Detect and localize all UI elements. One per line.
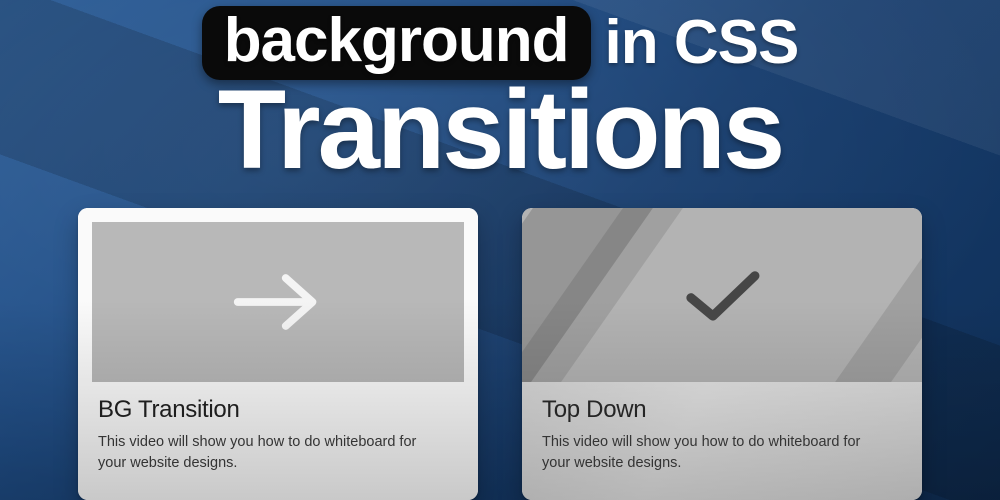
card-body: BG Transition This video will show you h…: [78, 382, 478, 500]
page-background: background in CSS Transitions BG Transit…: [0, 0, 1000, 500]
cards-row: BG Transition This video will show you h…: [0, 208, 1000, 500]
card-body: Top Down This video will show you how to…: [522, 382, 922, 500]
arrow-right-icon: [230, 266, 326, 338]
checkmark-icon: [674, 263, 770, 327]
card-hero: [78, 208, 478, 382]
card-title: BG Transition: [98, 396, 458, 424]
title-line-2: Transitions: [0, 74, 1000, 186]
page-title-block: background in CSS Transitions: [0, 6, 1000, 186]
card-bg-transition[interactable]: BG Transition This video will show you h…: [78, 208, 478, 500]
card-description: This video will show you how to do white…: [98, 432, 428, 474]
card-description: This video will show you how to do white…: [542, 432, 872, 474]
card-top-down[interactable]: Top Down This video will show you how to…: [522, 208, 922, 500]
card-hero: [522, 208, 922, 382]
card-title: Top Down: [542, 396, 902, 424]
decorative-stripe: [835, 208, 922, 382]
title-rest: in CSS: [605, 12, 799, 74]
